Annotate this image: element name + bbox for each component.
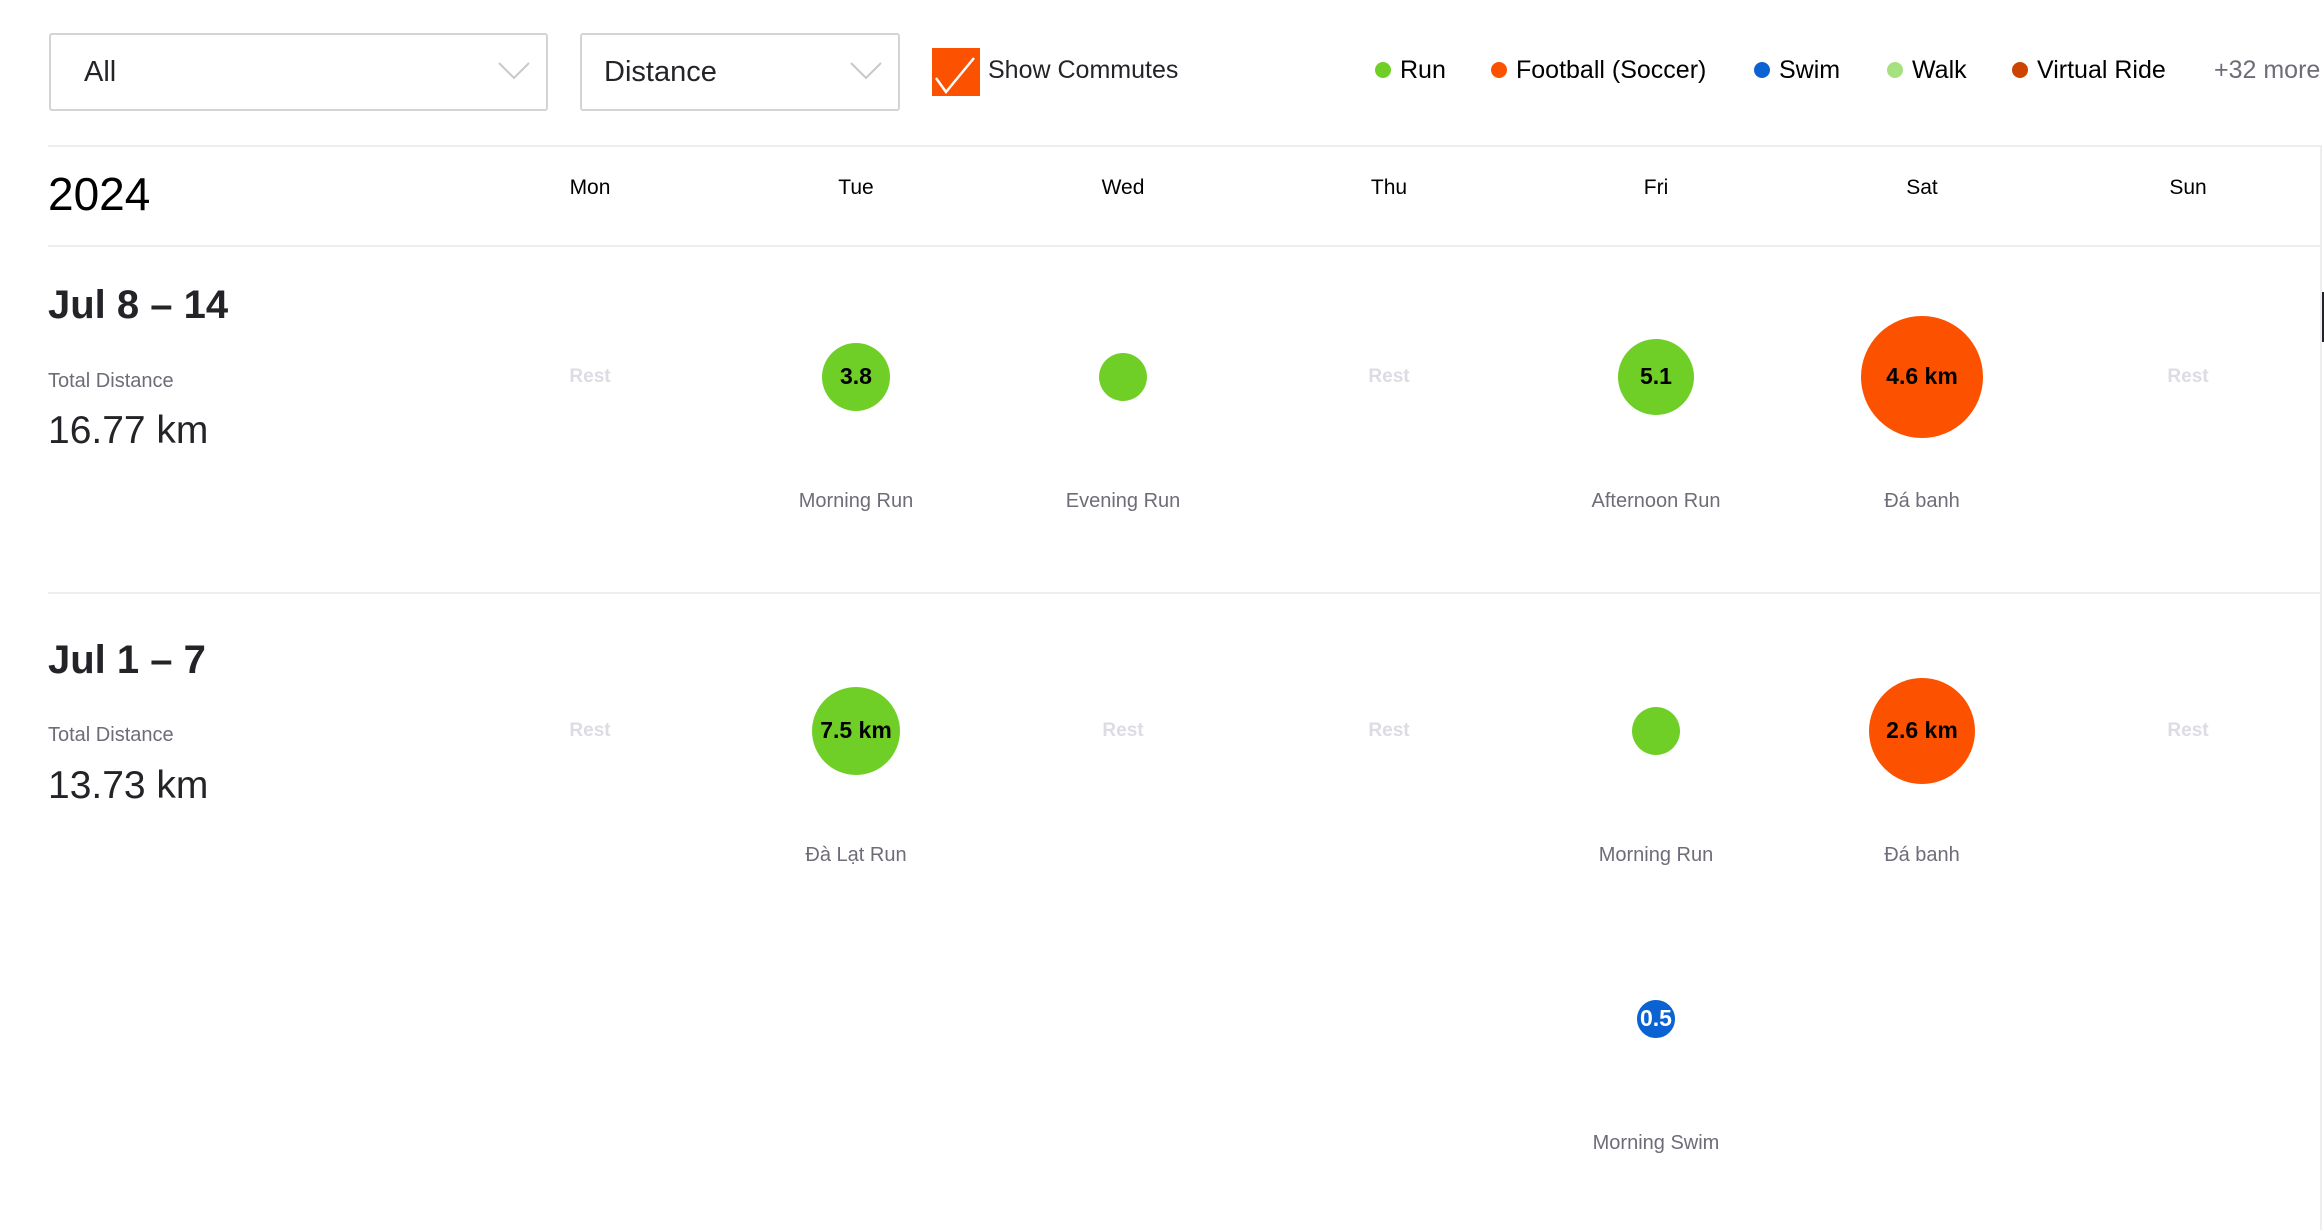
metric-select-value: Distance bbox=[604, 56, 717, 88]
legend-dot-icon bbox=[2012, 62, 2028, 78]
sport-type-select[interactable]: All bbox=[49, 33, 548, 111]
show-commutes-label[interactable]: Show Commutes bbox=[988, 50, 1178, 90]
week-title: Jul 8 – 14 bbox=[48, 283, 229, 327]
legend-item-swim[interactable]: Swim bbox=[1754, 50, 1840, 90]
legend-label: Walk bbox=[1912, 55, 1967, 84]
activity-name[interactable]: Morning Run bbox=[726, 488, 986, 514]
sport-type-select-value: All bbox=[84, 56, 117, 88]
rest-day-sun: Rest bbox=[2167, 366, 2209, 387]
metric-select[interactable]: Distance bbox=[580, 33, 900, 111]
activity-name[interactable]: Đá banh bbox=[1792, 488, 2052, 514]
rest-day-thu: Rest bbox=[1368, 720, 1410, 741]
activity-name[interactable]: Đà Lạt Run bbox=[726, 842, 986, 868]
legend-dot-icon bbox=[1754, 62, 1770, 78]
divider bbox=[48, 592, 2320, 594]
legend-item-virtual-ride[interactable]: Virtual Ride bbox=[2012, 50, 2166, 90]
year-label: 2024 bbox=[48, 168, 151, 220]
activity-bubble-run[interactable] bbox=[1632, 707, 1680, 755]
rest-day-mon: Rest bbox=[569, 366, 611, 387]
activity-bubble-swim[interactable]: 0.5 bbox=[1637, 1000, 1675, 1038]
rest-day-sun: Rest bbox=[2167, 720, 2209, 741]
legend-label: Run bbox=[1400, 55, 1446, 84]
legend-dot-icon bbox=[1887, 62, 1903, 78]
activity-bubble-run[interactable]: 3.8 bbox=[821, 342, 891, 412]
rest-day-mon: Rest bbox=[569, 720, 611, 741]
activity-name[interactable]: Morning Swim bbox=[1526, 1130, 1786, 1156]
activity-bubble-run[interactable] bbox=[1099, 353, 1147, 401]
legend-label: Football (Soccer) bbox=[1516, 55, 1707, 84]
day-header-tue: Tue bbox=[838, 176, 874, 199]
day-header-thu: Thu bbox=[1370, 176, 1408, 199]
chevron-down-icon bbox=[498, 62, 530, 80]
total-distance-label: Total Distance bbox=[48, 724, 174, 746]
legend-dot-icon bbox=[1491, 62, 1507, 78]
activity-bubble-run[interactable]: 7.5 km bbox=[811, 686, 901, 776]
total-distance-label: Total Distance bbox=[48, 370, 174, 392]
activity-name[interactable]: Afternoon Run bbox=[1526, 488, 1786, 514]
legend-label: Virtual Ride bbox=[2037, 55, 2166, 84]
legend-item-walk[interactable]: Walk bbox=[1887, 50, 1967, 90]
checkmark-icon bbox=[934, 57, 975, 95]
day-header-wed: Wed bbox=[1101, 176, 1145, 199]
day-header-mon: Mon bbox=[569, 176, 611, 199]
day-header-fri: Fri bbox=[1643, 176, 1669, 199]
total-distance-value: 16.77 km bbox=[48, 409, 209, 452]
legend-label: Swim bbox=[1779, 55, 1841, 84]
rest-day-thu: Rest bbox=[1368, 366, 1410, 387]
divider bbox=[48, 145, 2320, 147]
activity-name[interactable]: Morning Run bbox=[1526, 842, 1786, 868]
week-title: Jul 1 – 7 bbox=[48, 638, 206, 682]
activity-bubble-football-soccer[interactable]: 4.6 km bbox=[1860, 315, 1984, 439]
activity-bubble-run[interactable]: 5.1 bbox=[1617, 338, 1695, 416]
legend-item-run[interactable]: Run bbox=[1375, 50, 1446, 90]
divider bbox=[48, 245, 2320, 247]
activity-bubble-football-soccer[interactable]: 2.6 km bbox=[1868, 677, 1976, 785]
legend-more-link[interactable]: +32 more bbox=[2214, 50, 2320, 90]
show-commutes-checkbox[interactable] bbox=[932, 48, 980, 96]
total-distance-value: 13.73 km bbox=[48, 764, 209, 807]
legend-item-football-soccer[interactable]: Football (Soccer) bbox=[1491, 50, 1706, 90]
day-header-sun: Sun bbox=[2169, 176, 2207, 199]
activity-name[interactable]: Đá banh bbox=[1792, 842, 2052, 868]
legend-dot-icon bbox=[1375, 62, 1391, 78]
day-header-sat: Sat bbox=[1906, 176, 1938, 199]
activity-name[interactable]: Evening Run bbox=[993, 488, 1253, 514]
chevron-down-icon bbox=[850, 62, 882, 80]
rest-day-wed: Rest bbox=[1102, 720, 1144, 741]
